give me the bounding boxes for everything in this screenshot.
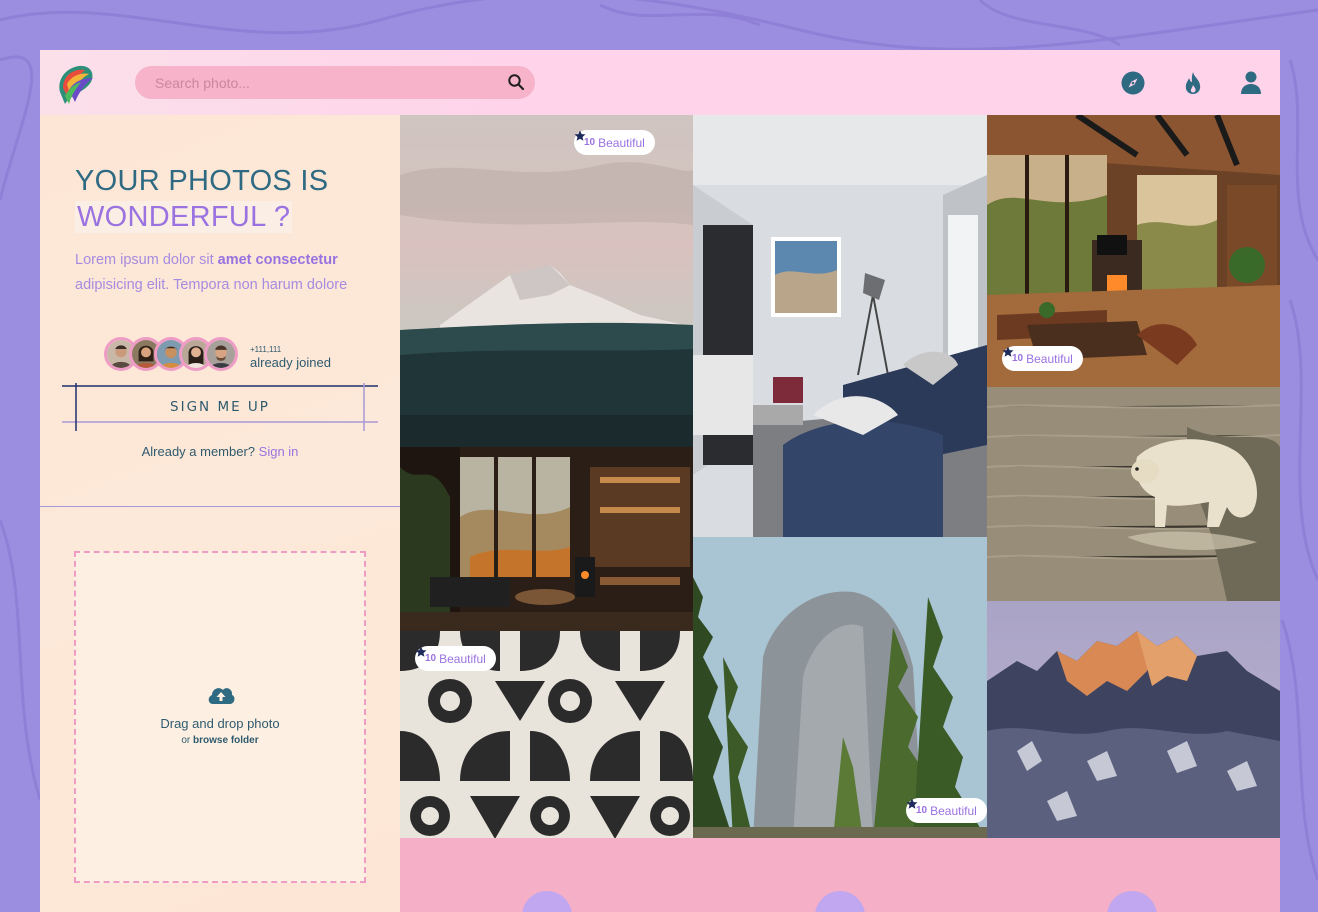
photo-living-room[interactable] — [693, 115, 987, 537]
photo-mountain-sunset[interactable] — [987, 601, 1280, 839]
avatar-group — [104, 337, 254, 373]
photo-forest-cliff[interactable]: 10 Beautiful — [693, 537, 987, 839]
search-input[interactable] — [155, 74, 495, 92]
hero-desc-post: adipisicing elit. Tempora non harum dolo… — [75, 277, 348, 293]
search-icon[interactable] — [507, 73, 525, 91]
star-icon — [1002, 346, 1014, 357]
star-icon — [906, 798, 918, 809]
photo-polar-bear[interactable] — [987, 387, 1280, 601]
photo-image — [987, 601, 1280, 839]
upload-dropzone[interactable]: Drag and drop photo or browse folder — [74, 551, 366, 883]
photo-image — [693, 537, 987, 839]
joined-label: already joined — [250, 355, 331, 370]
fire-icon[interactable] — [1180, 70, 1206, 96]
avatar — [204, 337, 238, 371]
photo-cabin-interior[interactable] — [400, 447, 693, 631]
left-panel: YOUR PHOTOS IS WONDERFUL ? Lorem ipsum d… — [40, 115, 400, 912]
rating-label: Beautiful — [598, 135, 645, 150]
search-bar[interactable] — [135, 66, 535, 99]
hero-description: Lorem ipsum dolor sit amet consectetur a… — [75, 248, 370, 298]
rating-badge: 10 Beautiful — [1002, 346, 1083, 371]
rating-label: Beautiful — [439, 651, 486, 666]
compass-icon[interactable] — [1120, 70, 1146, 96]
rating-badge: 10 Beautiful — [574, 130, 655, 155]
rating-label: Beautiful — [930, 803, 977, 818]
brand-logo[interactable] — [55, 62, 97, 106]
top-header — [40, 50, 1280, 115]
star-icon — [415, 646, 427, 657]
rating-label: Beautiful — [1026, 351, 1073, 366]
hero-title-line2: WONDERFUL ? — [75, 201, 293, 233]
footer-circle-1[interactable] — [522, 891, 572, 912]
rating-badge: 10 Beautiful — [906, 798, 987, 823]
signup-frame: SIGN ME UP — [62, 383, 378, 433]
photo-modern-cabin[interactable]: 10 Beautiful — [987, 115, 1280, 387]
rating-badge: 10 Beautiful — [415, 646, 496, 671]
photo-image — [400, 447, 693, 631]
photo-image — [400, 115, 693, 447]
dropzone-sub-pre: or — [181, 735, 194, 746]
hero-title-line1: YOUR PHOTOS IS — [75, 165, 329, 197]
hero-title: YOUR PHOTOS IS WONDERFUL ? — [75, 163, 375, 235]
dropzone-title: Drag and drop photo — [160, 716, 280, 731]
footer-strip — [400, 838, 1280, 912]
signup-button[interactable]: SIGN ME UP — [76, 389, 364, 425]
signin-link[interactable]: Sign in — [259, 444, 299, 459]
footer-circle-3[interactable] — [1107, 891, 1157, 912]
dropzone-subtitle: or browse folder — [76, 735, 364, 746]
cloud-upload-icon — [208, 688, 235, 704]
joined-count: +111,111 — [250, 345, 282, 354]
browse-folder-link[interactable]: browse folder — [193, 735, 259, 746]
hero-desc-bold: amet consectetur — [217, 252, 338, 268]
photo-mountain-snow[interactable]: 10 Beautiful — [400, 115, 693, 447]
member-text: Already a member? — [141, 444, 259, 459]
photo-image — [987, 387, 1280, 601]
star-icon — [574, 130, 586, 141]
photo-pattern[interactable]: 10 Beautiful — [400, 631, 693, 839]
photo-image — [693, 115, 987, 537]
hero-desc-pre: Lorem ipsum dolor sit — [75, 252, 218, 268]
app-window: YOUR PHOTOS IS WONDERFUL ? Lorem ipsum d… — [40, 50, 1280, 912]
user-icon[interactable] — [1238, 70, 1264, 96]
footer-circle-2[interactable] — [815, 891, 865, 912]
panel-divider — [40, 506, 400, 507]
member-line: Already a member? Sign in — [40, 444, 400, 459]
